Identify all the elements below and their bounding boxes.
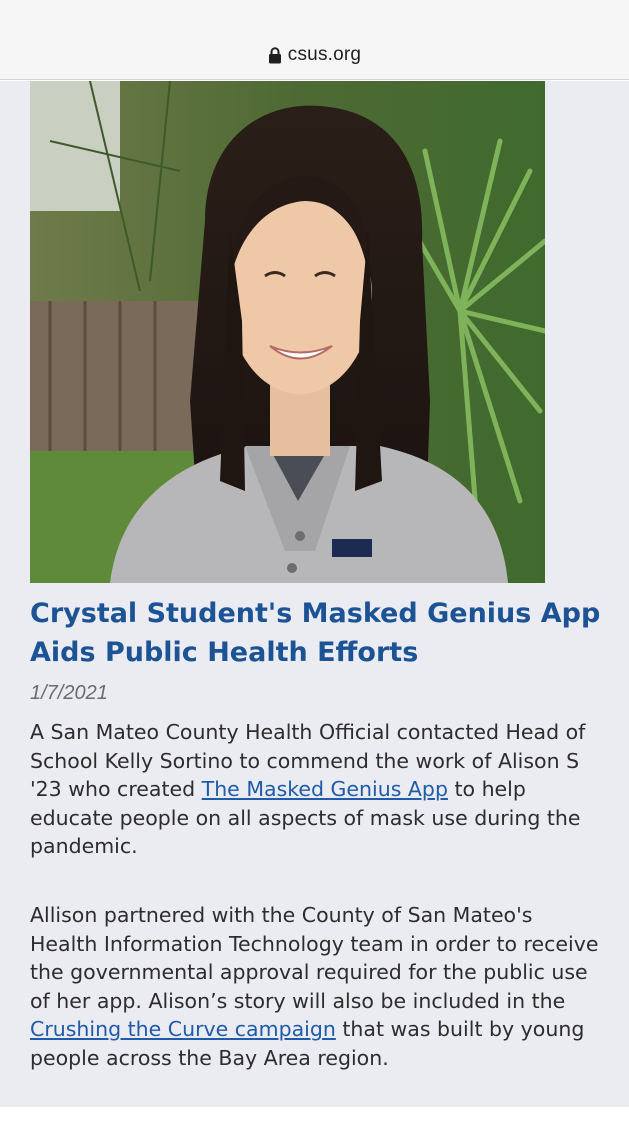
article-paragraph-2: Allison partnered with the County of San… [30, 901, 605, 1072]
browser-address-bar[interactable]: csus.org [0, 0, 629, 80]
article-date: 1/7/2021 [30, 682, 108, 704]
page-bottom-spacer [0, 1107, 629, 1127]
paragraph-text: Allison partnered with the County of San… [30, 903, 599, 1013]
article-photo [30, 81, 545, 583]
article-paragraph-1: A San Mateo County Health Official conta… [30, 718, 605, 861]
masked-genius-app-link[interactable]: The Masked Genius App [202, 777, 448, 801]
lock-icon [268, 46, 282, 64]
article-content: Crystal Student's Masked Genius App Aids… [0, 81, 629, 1107]
crushing-the-curve-link[interactable]: Crushing the Curve campaign [30, 1017, 336, 1041]
article-headline: Crystal Student's Masked Genius App Aids… [30, 598, 601, 668]
url-text: csus.org [287, 44, 362, 65]
url-display[interactable]: csus.org [0, 40, 629, 70]
